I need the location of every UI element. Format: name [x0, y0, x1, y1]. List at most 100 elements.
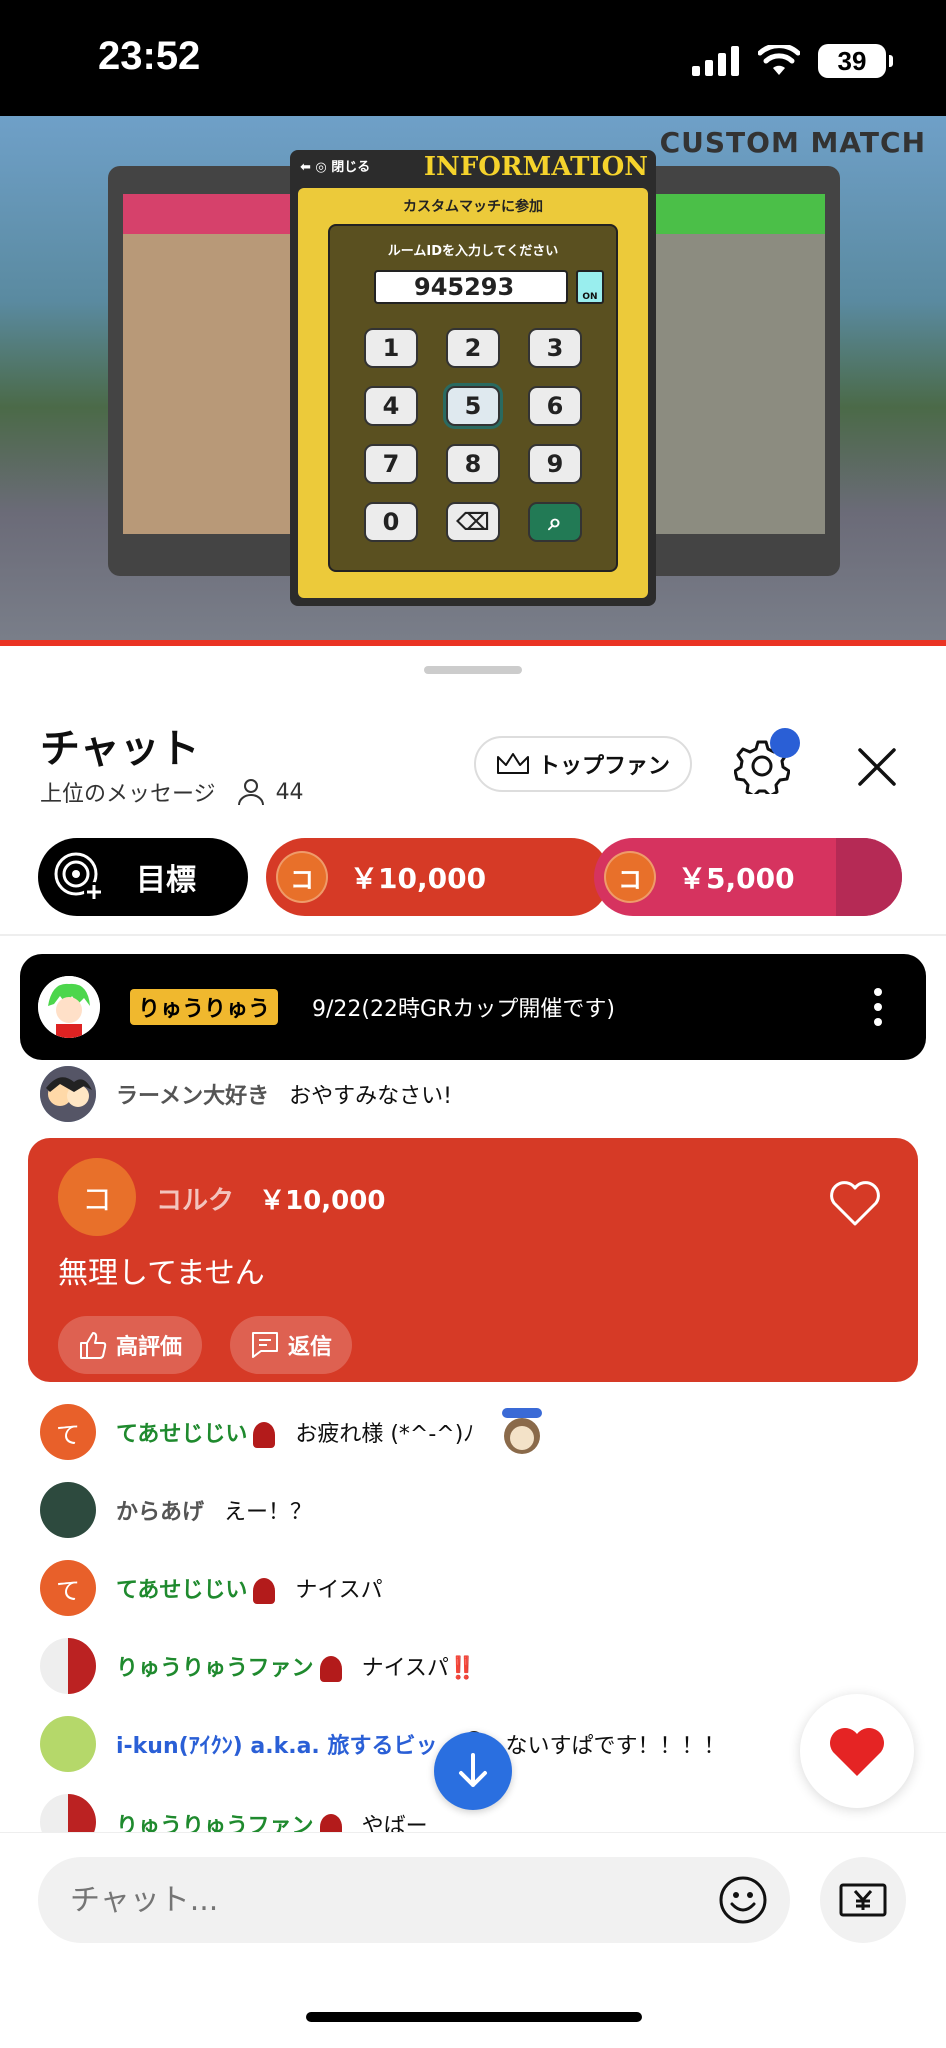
message-author: てあせじじい	[116, 1572, 276, 1604]
game-key-1: 1	[364, 328, 418, 368]
message-text: やばー	[361, 1814, 428, 1832]
chat-message[interactable]: て てあせじじい ナイスパ	[40, 1560, 383, 1616]
goal-label: 目標	[136, 863, 196, 898]
message-text: えー！？	[224, 1500, 313, 1525]
status-bar: 23:52 39	[0, 0, 946, 116]
like-button[interactable]: 高評価	[58, 1316, 203, 1374]
game-key-0: 0	[364, 502, 418, 542]
ticker-amount: ￥10,000	[350, 862, 487, 895]
top-fan-label: トップファン	[537, 754, 670, 779]
avatar	[38, 976, 100, 1038]
sheet-grabber[interactable]	[424, 666, 522, 674]
like-label: 高評価	[116, 1335, 183, 1360]
member-badge-icon	[253, 1578, 276, 1604]
chat-message[interactable]: りゅうりゅうファン やばー	[40, 1794, 428, 1832]
status-time: 23:52	[98, 34, 201, 78]
emoji-icon[interactable]	[718, 1875, 768, 1925]
chat-message[interactable]: ラーメン大好き おやすみなさい!	[40, 1066, 452, 1122]
thumbs-up-icon	[80, 1332, 107, 1359]
top-fan-button[interactable]: トップファン	[474, 736, 692, 792]
avatar	[40, 1794, 96, 1832]
pinned-author: りゅうりゅう	[130, 989, 279, 1025]
video-player[interactable]: CUSTOM MATCH ⬅ ◎ 閉じる INFORMATION カスタムマッチ…	[0, 116, 946, 646]
chat-title: チャット	[40, 726, 200, 772]
chat-message[interactable]: からあげ えー！？	[40, 1482, 312, 1538]
chat-message[interactable]: て てあせじじい お疲れ様 (*^-^)ﾉ	[40, 1404, 550, 1460]
chat-input[interactable]	[38, 1857, 790, 1943]
super-chat-header: コルク ￥10,000	[156, 1180, 385, 1217]
ticker-divider	[0, 934, 946, 936]
avatar: コ	[58, 1158, 136, 1236]
game-key-3: 3	[528, 328, 582, 368]
pinned-message[interactable]: りゅうりゅう 9/22(22時GRカップ開催です)	[20, 954, 926, 1060]
arrow-down-icon	[459, 1753, 487, 1787]
avatar: て	[40, 1404, 96, 1460]
viewer-count-value: 44	[275, 779, 304, 805]
message-author: i-kun(ｱｲｸﾝ) a.k.a. 旅するビッ	[116, 1734, 438, 1759]
message-author: からあげ	[116, 1500, 205, 1525]
sticker-icon	[502, 1408, 543, 1454]
goal-icon	[54, 852, 104, 902]
super-chat-button[interactable]	[820, 1857, 906, 1943]
chat-filter-label[interactable]: 上位のメッセージ	[40, 776, 216, 808]
status-icons: 39	[692, 44, 893, 78]
chat-message[interactable]: i-kun(ｱｲｸﾝ) a.k.a. 旅するビッ ないすぱです！！！！	[40, 1716, 725, 1772]
member-badge-icon	[319, 1814, 342, 1832]
avatar	[40, 1716, 96, 1772]
reply-button[interactable]: 返信	[230, 1316, 353, 1374]
game-key-7: 7	[364, 444, 418, 484]
ticker-item-1[interactable]: コ ￥10,000	[266, 838, 610, 916]
game-card-left	[108, 166, 318, 576]
battery-icon: 39	[818, 44, 893, 78]
super-chat-amount: ￥10,000	[259, 1186, 386, 1216]
home-indicator[interactable]	[306, 2012, 642, 2022]
game-key-search: ⌕	[528, 502, 582, 542]
message-text: ナイスパ‼️	[361, 1656, 477, 1681]
reaction-heart-button[interactable]	[800, 1694, 914, 1808]
message-author: りゅうりゅうファン	[116, 1650, 342, 1682]
game-info-panel: ⬅ ◎ 閉じる INFORMATION カスタムマッチに参加 ルームIDを入力し…	[290, 150, 656, 606]
avatar	[40, 1482, 96, 1538]
scroll-to-bottom-button[interactable]	[434, 1732, 512, 1810]
avatar	[40, 1638, 96, 1694]
message-text: おやすみなさい!	[289, 1084, 452, 1109]
chat-message[interactable]: りゅうりゅうファン ナイスパ‼️	[40, 1638, 476, 1694]
ticker-amount: ￥5,000	[678, 862, 795, 895]
signal-icon	[692, 46, 739, 76]
chat-sheet: チャット 上位のメッセージ 44 トップファン 目標 コ ￥10,000 コ ￥…	[0, 646, 946, 2048]
super-chat-author: コルク	[156, 1186, 235, 1216]
ticker-avatar: コ	[604, 851, 656, 903]
viewer-count: 44	[236, 777, 304, 807]
reply-label: 返信	[288, 1335, 333, 1360]
message-author: ラーメン大好き	[116, 1084, 270, 1109]
chat-filter[interactable]: 上位のメッセージ 44	[40, 776, 304, 808]
game-eye-toggle: ON	[576, 270, 604, 304]
crown-icon	[496, 753, 529, 774]
message-author: りゅうりゅうファン	[116, 1808, 342, 1832]
close-icon	[858, 748, 896, 786]
message-text: お疲れ様 (*^-^)ﾉ	[295, 1422, 475, 1447]
member-badge-icon	[319, 1656, 342, 1682]
member-badge-icon	[253, 1422, 276, 1448]
ticker-item-2[interactable]: コ ￥5,000	[594, 838, 902, 916]
reply-icon	[252, 1332, 278, 1358]
close-button[interactable]	[852, 742, 902, 792]
message-text: ないすぱです！！！！	[505, 1734, 726, 1759]
more-vert-icon[interactable]	[874, 982, 882, 1032]
heart-icon[interactable]	[828, 1176, 882, 1230]
game-close-label: ⬅ ◎ 閉じる	[300, 160, 371, 175]
game-key-5: 5	[446, 386, 500, 426]
game-keypad: ルームIDを入力してください 945293 ON 1 2 3 4 5 6 7 8…	[328, 224, 618, 572]
message-text: ナイスパ	[295, 1578, 383, 1603]
pinned-text: 9/22(22時GRカップ開催です)	[312, 997, 615, 1022]
game-key-6: 6	[528, 386, 582, 426]
settings-button[interactable]	[733, 728, 800, 798]
super-chat-card[interactable]: コ コルク ￥10,000 無理してません 高評価 返信	[28, 1138, 918, 1382]
game-key-backspace: ⌫	[446, 502, 500, 542]
person-icon	[237, 779, 264, 806]
goal-button[interactable]: 目標	[38, 838, 248, 916]
wifi-icon	[758, 45, 800, 75]
game-room-prompt: ルームIDを入力してください	[387, 244, 559, 259]
super-chat-ticker: 目標 コ ￥10,000 コ ￥5,000	[38, 838, 908, 916]
game-key-2: 2	[446, 328, 500, 368]
